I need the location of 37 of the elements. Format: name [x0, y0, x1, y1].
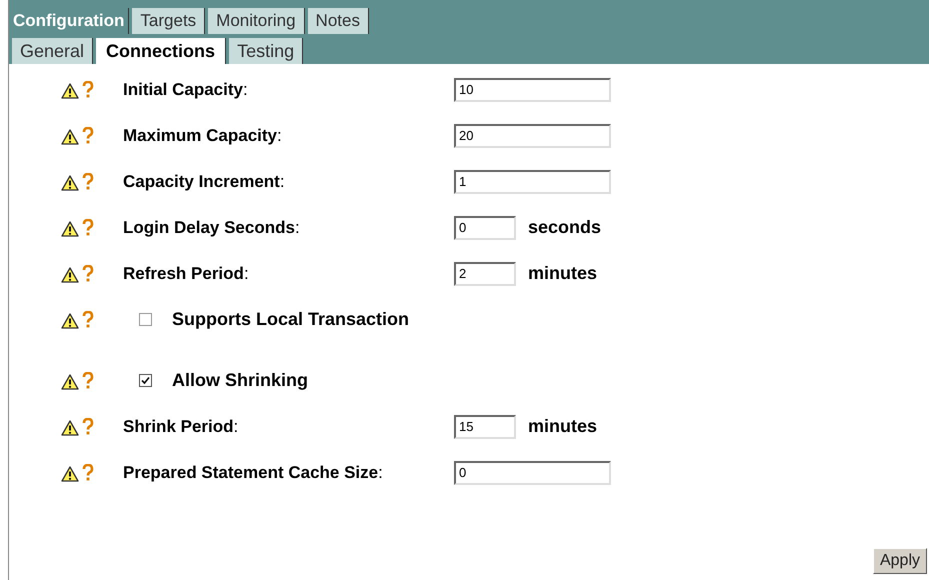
- unit-label: minutes: [528, 262, 598, 285]
- tab[interactable]: Notes: [308, 8, 369, 34]
- warning-icon[interactable]: [61, 466, 79, 482]
- warning-icon[interactable]: [61, 128, 79, 144]
- field-label: Maximum Capacity:: [123, 124, 283, 147]
- warning-icon[interactable]: [61, 82, 79, 98]
- input-field[interactable]: 10: [454, 78, 611, 102]
- field-label: Prepared Statement Cache Size:: [123, 462, 384, 484]
- input-field[interactable]: 15: [454, 414, 516, 438]
- subtab[interactable]: Connections: [96, 38, 226, 64]
- warning-icon[interactable]: [61, 420, 79, 436]
- unit-label: minutes: [528, 415, 598, 438]
- warning-icon[interactable]: [61, 220, 79, 236]
- input-field[interactable]: 2: [454, 262, 516, 286]
- input-field[interactable]: 20: [454, 124, 611, 148]
- unit-label: seconds: [528, 216, 602, 239]
- checkbox[interactable]: [139, 313, 152, 326]
- warning-icon[interactable]: [61, 174, 79, 190]
- warning-icon[interactable]: [61, 374, 79, 390]
- input-field[interactable]: 0: [454, 460, 611, 484]
- input-field[interactable]: 0: [454, 216, 516, 240]
- subtab[interactable]: Testing: [229, 38, 304, 64]
- checkbox[interactable]: [139, 374, 152, 387]
- field-label: Login Delay Seconds:: [123, 216, 301, 239]
- warning-icon[interactable]: [61, 312, 79, 328]
- apply-button[interactable]: Apply: [872, 548, 927, 574]
- field-label: Initial Capacity:: [123, 78, 249, 101]
- checkbox-label: Supports Local Transaction: [172, 308, 410, 331]
- warning-icon[interactable]: [61, 266, 79, 282]
- checkbox-label: Allow Shrinking: [172, 369, 308, 392]
- input-field[interactable]: 1: [454, 170, 611, 194]
- field-label: Shrink Period:: [123, 416, 240, 438]
- field-label: Refresh Period:: [123, 262, 250, 285]
- tab[interactable]: Targets: [132, 8, 206, 34]
- subtab[interactable]: General: [12, 38, 94, 64]
- tab[interactable]: Monitoring: [208, 8, 305, 34]
- field-label: Capacity Increment:: [123, 170, 286, 193]
